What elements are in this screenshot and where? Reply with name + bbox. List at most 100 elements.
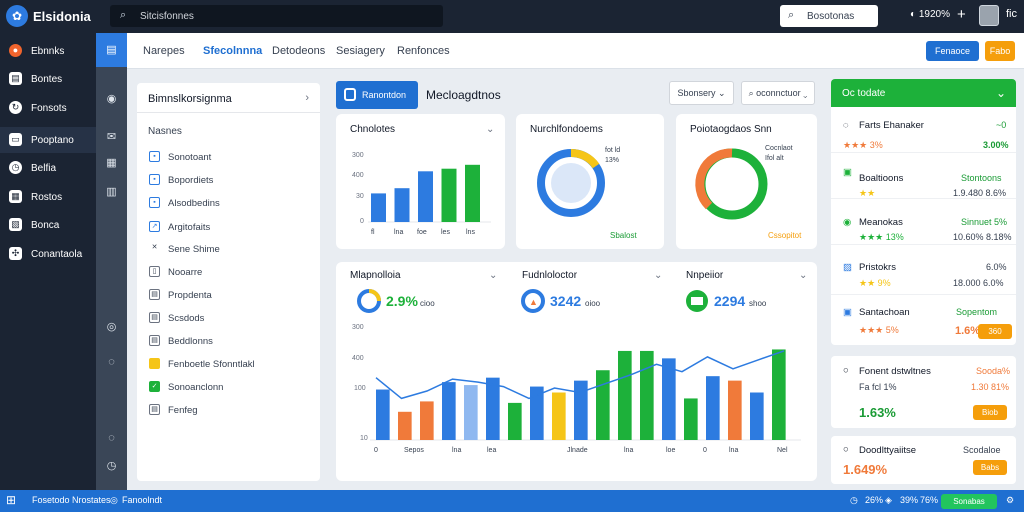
list-item-value: Sopentom: [956, 307, 998, 317]
primary-action-button[interactable]: Fenaoce: [926, 41, 979, 61]
info-icon[interactable]: ◌: [104, 431, 119, 446]
user-avatar[interactable]: [979, 5, 999, 26]
global-search-input[interactable]: ⌕ Sitcisfonnes: [110, 5, 443, 27]
settings-icon[interactable]: ⚙: [1006, 495, 1014, 506]
search-select[interactable]: ⌕ oconnctuor ⌄: [741, 81, 815, 105]
chevron-down-icon: ⌄: [803, 88, 808, 98]
status-badge[interactable]: Babs: [973, 460, 1007, 475]
list-item[interactable]: ▯ Nooarre: [149, 264, 314, 282]
clock-icon: ◷: [9, 161, 22, 174]
bar[interactable]: [465, 164, 480, 222]
list-item[interactable]: ▤ Scsdods: [149, 310, 314, 328]
list-item[interactable]: ▪ Alsodbedins: [149, 195, 314, 213]
quick-search-input[interactable]: ⌕ Bosotonas: [780, 5, 878, 27]
tab-4[interactable]: Renfonces: [397, 45, 450, 57]
bar[interactable]: [684, 398, 698, 440]
status-action-button[interactable]: Sonabas: [941, 494, 997, 509]
sidebar-item-5[interactable]: ▦ Rostos: [0, 184, 96, 210]
bar[interactable]: [640, 350, 654, 440]
tab-2[interactable]: Detodeons: [272, 45, 325, 57]
radio-icon[interactable]: ○: [843, 365, 849, 376]
bar[interactable]: [662, 358, 676, 440]
bar[interactable]: [574, 380, 588, 440]
secondary-action-button[interactable]: Fabo: [985, 41, 1015, 61]
bar[interactable]: [618, 350, 632, 440]
kpi-value: 2.9%: [386, 293, 418, 309]
bar[interactable]: [772, 349, 786, 440]
rating: ★★: [859, 188, 876, 198]
list-item-label: Argitofaits: [168, 222, 211, 233]
tab-3[interactable]: Sesiagery: [336, 45, 385, 57]
leaf-logo-icon[interactable]: ✿: [6, 5, 28, 27]
tab-0[interactable]: Narepes: [143, 45, 185, 57]
book-icon[interactable]: ▥: [104, 185, 119, 200]
more-menu[interactable]: fic: [1006, 8, 1017, 20]
right-panel-title: Oc todate: [842, 88, 886, 99]
eye-icon[interactable]: ◉: [104, 92, 119, 107]
bar[interactable]: [552, 392, 566, 441]
list-item[interactable]: ✕ Sene Shime: [149, 241, 314, 259]
list-item[interactable]: ▨ Pristokrs 6.0% ★★ 9% 18.000 6.0%: [831, 245, 1016, 295]
sidebar-item-1[interactable]: ▤ Bontes: [0, 66, 96, 92]
list-item[interactable]: ◉ Meanokas Sinnuet 5% ★★★ 13% 10.60% 8.1…: [831, 199, 1016, 245]
right-panel-header[interactable]: Oc todate ⌄: [831, 79, 1016, 107]
status-indicator[interactable]: ◐ 1920%: [910, 9, 950, 20]
list-item[interactable]: ▪ Bopordiets: [149, 172, 314, 190]
status-badge[interactable]: Biob: [973, 405, 1007, 420]
list-item[interactable]: ◌ Farts Ehanaker ~0 ★★★ 3% 3.00%: [831, 107, 1016, 153]
list-item[interactable]: ▤ Beddlonns: [149, 333, 314, 351]
list-item[interactable]: ↗ Argitofaits: [149, 219, 314, 237]
bar[interactable]: [371, 193, 386, 222]
list-item[interactable]: Fenboetle Sfonntlakl: [149, 356, 314, 374]
bar[interactable]: [441, 168, 457, 222]
status-bar: ⊞ Fosetodo Nrostates ◎ Fanoolndt ◷ 26% ◈…: [0, 490, 1024, 512]
panel-header[interactable]: Bimnslkorsignma ›: [137, 83, 320, 113]
rating: ★★★ 13%: [859, 232, 904, 242]
app-grid-icon[interactable]: ⊞: [6, 493, 16, 507]
bar[interactable]: [596, 370, 610, 440]
bar[interactable]: [420, 401, 434, 440]
card-footer: Sbalost: [610, 231, 637, 240]
list-item[interactable]: ▣ Boaltioons Stontoons ★★ 1.9.480 8.6%: [831, 153, 1016, 199]
list-item-label: Beddlonns: [168, 336, 213, 347]
donut-card-1: Nurchlfondoems fot ld 13% Sbalost: [516, 114, 664, 249]
sidebar-item-4[interactable]: ◷ Belfia: [0, 155, 96, 181]
mail-icon[interactable]: ✉: [104, 130, 119, 145]
list-item[interactable]: ▣ Santachoan Sopentom ★★★ 5% 1.6% 360: [831, 295, 1016, 345]
filter-select[interactable]: Sbonsery ⌄: [669, 81, 734, 105]
list-item[interactable]: ▤ Propdenta: [149, 287, 314, 305]
bar[interactable]: [418, 171, 433, 222]
list-item[interactable]: ▪ Sonotoant: [149, 149, 314, 167]
folder-icon: ▭: [9, 133, 22, 146]
bar[interactable]: [508, 402, 522, 440]
bar[interactable]: [376, 389, 390, 440]
bar[interactable]: [706, 376, 720, 440]
bar[interactable]: [750, 392, 764, 441]
bar[interactable]: [486, 377, 500, 440]
sidebar-item-7[interactable]: ✣ Conantaola: [0, 241, 96, 267]
grid-icon[interactable]: ▤: [96, 33, 127, 67]
radio-icon[interactable]: ○: [843, 444, 849, 455]
settings-icon[interactable]: ◎: [104, 320, 119, 335]
sidebar-item-2[interactable]: ↻ Fonsots: [0, 95, 96, 121]
list-item[interactable]: ✓ Sonoanclonn: [149, 379, 314, 397]
tab-1[interactable]: Sfecolnnna: [203, 45, 262, 57]
bar[interactable]: [398, 411, 412, 440]
help-icon[interactable]: ◌: [104, 355, 119, 370]
status-badge[interactable]: 360: [978, 324, 1012, 339]
card-value: 1.649%: [843, 462, 888, 477]
bar[interactable]: [728, 380, 742, 440]
sidebar-item-3[interactable]: ▭ Pooptano: [0, 127, 96, 153]
file-icon: ▪: [149, 197, 160, 208]
bar[interactable]: [394, 188, 410, 222]
bar[interactable]: [464, 385, 478, 440]
calendar-icon[interactable]: ▦: [104, 156, 119, 171]
list-item[interactable]: ▤ Fenfeg: [149, 402, 314, 420]
view-chip-button[interactable]: Ranontdon: [336, 81, 418, 109]
clock-icon[interactable]: ◷: [104, 459, 119, 474]
bar[interactable]: [442, 382, 456, 440]
sidebar-item-0[interactable]: ● Ebnnks: [0, 38, 96, 64]
y-tick: 10: [360, 435, 368, 442]
plus-icon[interactable]: +: [957, 6, 966, 23]
sidebar-item-6[interactable]: ▧ Bonca: [0, 212, 96, 238]
